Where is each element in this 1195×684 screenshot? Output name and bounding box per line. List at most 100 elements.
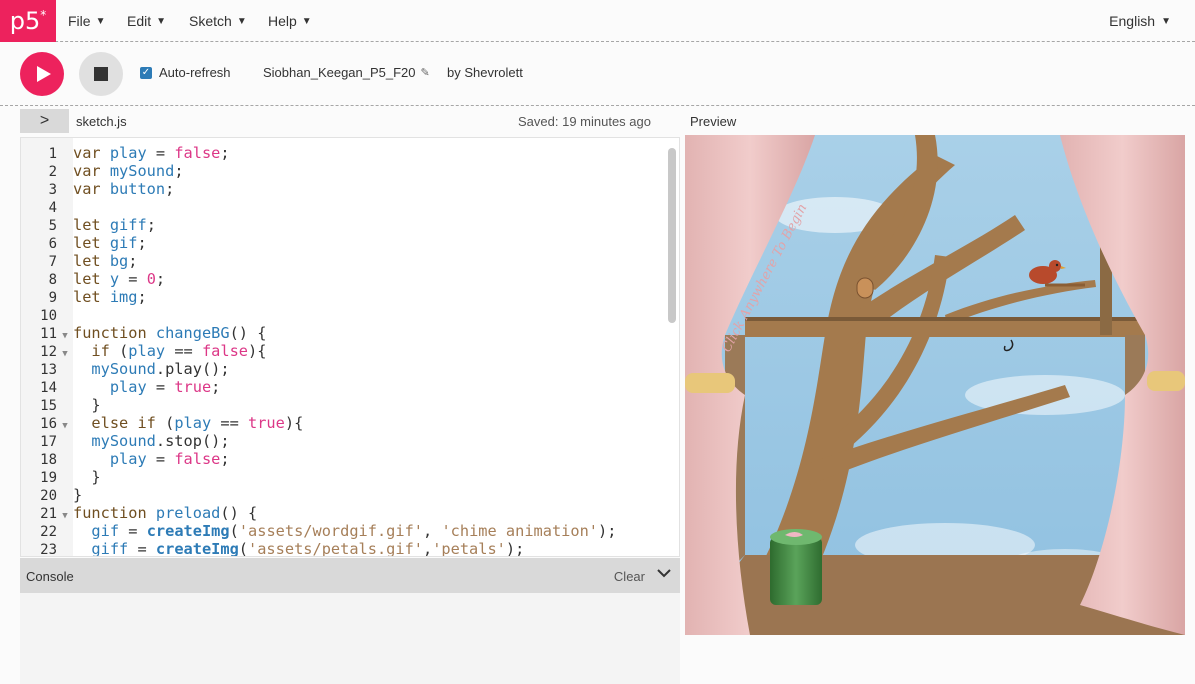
- code-line[interactable]: 10: [21, 306, 661, 324]
- chevron-right-icon: >: [39, 112, 50, 129]
- code-line[interactable]: 22 gif = createImg('assets/wordgif.gif',…: [21, 522, 661, 540]
- code-token: () {: [229, 324, 267, 342]
- code-token: (: [238, 540, 249, 557]
- line-number: 8: [48, 272, 57, 288]
- line-number: 17: [40, 434, 57, 450]
- code-line[interactable]: 5 let giff;: [21, 216, 661, 234]
- code-line[interactable]: 17 mySound.stop();: [21, 432, 661, 450]
- code-line[interactable]: 18 play = false;: [21, 450, 661, 468]
- code-token: ,: [423, 540, 433, 557]
- code-lines[interactable]: 1 var play = false; 2 var mySound; 3 var butt…: [21, 144, 661, 557]
- code-token: 'assets/wordgif.gif': [238, 522, 424, 540]
- caret-down-icon: ▼: [95, 15, 106, 27]
- language-dropdown[interactable]: English ▼: [1109, 0, 1171, 42]
- code-token: (: [165, 414, 175, 432]
- code-token: true: [248, 414, 285, 432]
- code-line[interactable]: 11 ▼ function changeBG() {: [21, 324, 661, 342]
- code-editor[interactable]: 1 var play = false; 2 var mySound; 3 var butt…: [20, 137, 680, 557]
- sidebar-toggle-button[interactable]: >: [20, 109, 69, 133]
- menu-file[interactable]: File ▼: [68, 0, 105, 42]
- code-line[interactable]: 7 let bg;: [21, 252, 661, 270]
- sketch-preview-canvas[interactable]: Click Anywhere To Begin: [685, 135, 1185, 635]
- code-token: changeBG: [155, 324, 230, 342]
- line-number: 18: [40, 452, 57, 468]
- code-line[interactable]: 21 ▼ function preload() {: [21, 504, 661, 522]
- code-line[interactable]: 16 ▼ else if (play == true){: [21, 414, 661, 432]
- code-token: mySound: [109, 162, 175, 180]
- code-token: 0: [146, 270, 156, 288]
- code-token: giff: [91, 540, 129, 557]
- sketch-name[interactable]: Siobhan_Keegan_P5_F20 ✎: [263, 65, 430, 80]
- console-output: [20, 593, 680, 684]
- line-number: 9: [48, 290, 57, 306]
- code-line[interactable]: 3 var button;: [21, 180, 661, 198]
- code-token: let: [73, 234, 110, 252]
- editor-scrollbar[interactable]: [668, 148, 676, 323]
- jar: [770, 529, 822, 605]
- stop-button[interactable]: [79, 52, 123, 96]
- code-line[interactable]: 8 let y = 0;: [21, 270, 661, 288]
- code-token: play: [174, 414, 212, 432]
- console-clear-button[interactable]: Clear: [614, 569, 645, 584]
- line-number: 19: [40, 470, 57, 486]
- code-token: if: [91, 342, 120, 360]
- auto-refresh-checkbox[interactable]: ✓ Auto-refresh: [140, 65, 231, 80]
- code-token: play: [109, 450, 147, 468]
- code-token: let: [73, 216, 110, 234]
- code-token: gif: [91, 522, 120, 540]
- code-line[interactable]: 15 }: [21, 396, 661, 414]
- code-token: .stop();: [155, 432, 230, 450]
- caret-down-icon: ▼: [301, 15, 312, 27]
- code-line[interactable]: 1 var play = false;: [21, 144, 661, 162]
- pencil-icon[interactable]: ✎: [421, 66, 430, 79]
- code-token: ;: [220, 144, 230, 162]
- line-number: 3: [48, 182, 57, 198]
- line-number: 4: [48, 200, 57, 216]
- code-token: =: [128, 540, 156, 557]
- code-token: ){: [248, 342, 267, 360]
- code-token: let: [73, 288, 110, 306]
- chevron-down-icon[interactable]: [656, 565, 672, 584]
- code-token: false: [174, 450, 221, 468]
- code-token: mySound: [91, 360, 156, 378]
- caret-down-icon: ▼: [236, 15, 247, 27]
- sketch-owner[interactable]: by Shevrolett: [447, 65, 523, 80]
- code-line[interactable]: 19 }: [21, 468, 661, 486]
- code-line[interactable]: 6 let gif;: [21, 234, 661, 252]
- play-button[interactable]: [20, 52, 64, 96]
- console-title: Console: [26, 569, 74, 584]
- checkmark-icon[interactable]: ✓: [140, 66, 152, 79]
- code-line[interactable]: 13 mySound.play();: [21, 360, 661, 378]
- code-line[interactable]: 9 let img;: [21, 288, 661, 306]
- code-token: =: [146, 378, 175, 396]
- line-number: 12: [40, 344, 57, 360]
- code-line[interactable]: 2 var mySound;: [21, 162, 661, 180]
- code-line[interactable]: 12 ▼ if (play == false){: [21, 342, 661, 360]
- code-token: function: [73, 504, 156, 522]
- menu-edit[interactable]: Edit ▼: [127, 0, 166, 42]
- code-line[interactable]: 23 giff = createImg('assets/petals.gif',…: [21, 540, 661, 557]
- file-tab[interactable]: sketch.js: [76, 114, 127, 129]
- code-token: =: [146, 144, 175, 162]
- code-token: var: [73, 144, 110, 162]
- code-token: bg: [109, 252, 129, 270]
- code-token: );: [598, 522, 617, 540]
- code-line[interactable]: 20}: [21, 486, 661, 504]
- code-token: 'chime animation': [441, 522, 598, 540]
- code-token: createImg: [155, 540, 239, 557]
- code-token: function: [73, 324, 156, 342]
- code-line[interactable]: 14 play = true;: [21, 378, 661, 396]
- line-number: 2: [48, 164, 57, 180]
- code-token: ;: [137, 288, 147, 306]
- code-token: mySound: [91, 432, 156, 450]
- code-token: =: [119, 522, 147, 540]
- code-token: giff: [109, 216, 147, 234]
- p5-logo[interactable]: p5 *: [0, 0, 56, 42]
- menu-help[interactable]: Help ▼: [268, 0, 312, 42]
- code-line[interactable]: 4: [21, 198, 661, 216]
- code-token: ;: [174, 162, 184, 180]
- menu-sketch[interactable]: Sketch ▼: [189, 0, 247, 42]
